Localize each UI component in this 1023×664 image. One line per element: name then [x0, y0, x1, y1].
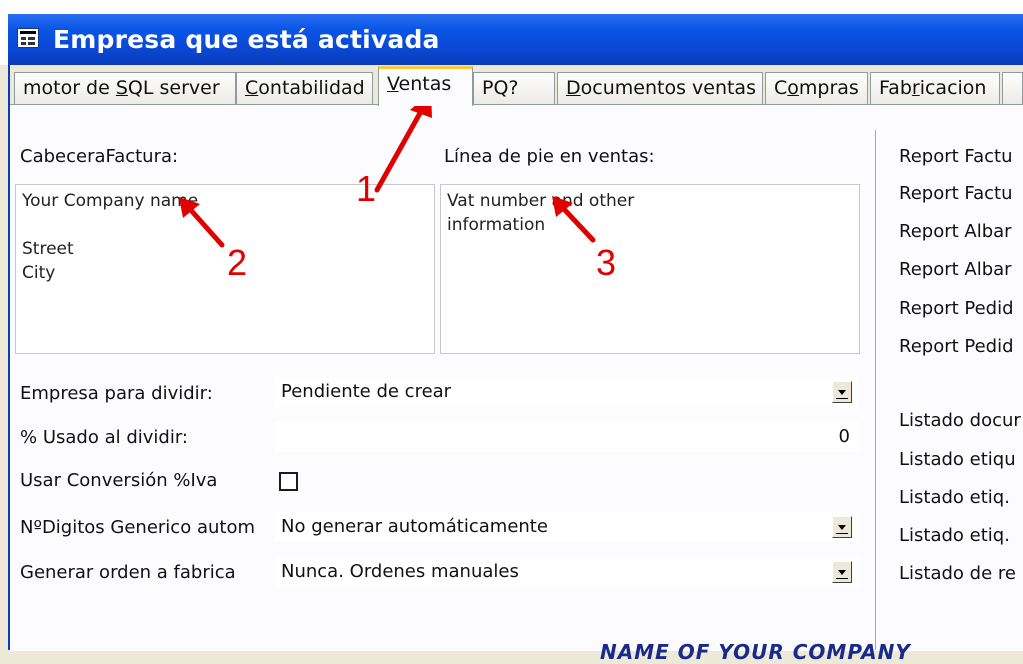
- annotation-arrow-3: [559, 204, 596, 243]
- tab-accel: V: [387, 73, 399, 95]
- tab-ventas[interactable]: Ventas: [378, 66, 473, 106]
- annotation-arrow-2: [186, 205, 225, 248]
- annotation-arrows: [179, 92, 596, 248]
- annotation-number-1: 1: [356, 168, 377, 209]
- annotation-number-2: 2: [227, 242, 248, 283]
- annotation-number-3: 3: [596, 242, 617, 283]
- annotation-arrow-1: [374, 103, 427, 193]
- tab-label: entas: [398, 73, 452, 95]
